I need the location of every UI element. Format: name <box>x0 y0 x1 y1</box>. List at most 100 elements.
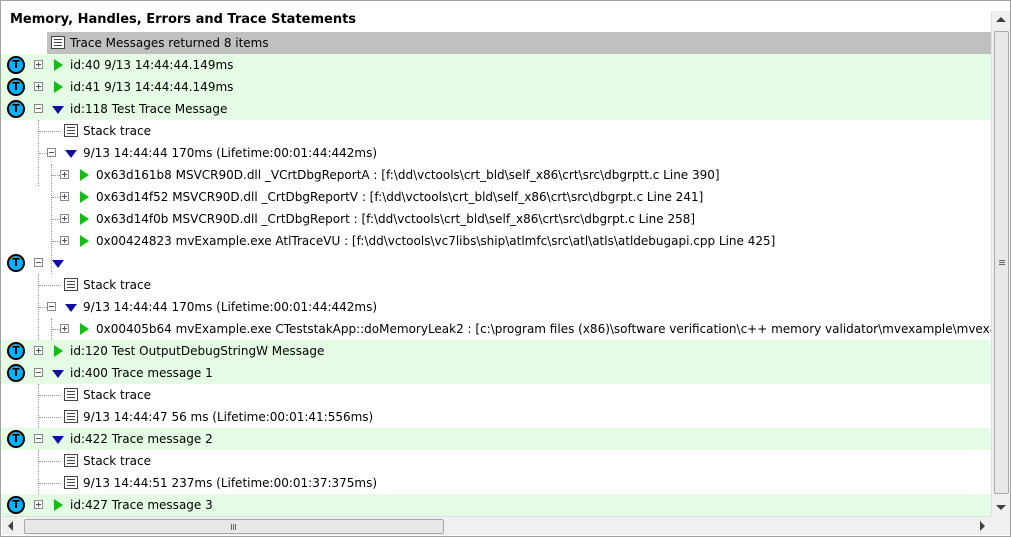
vertical-scrollbar[interactable] <box>991 11 1010 516</box>
trace-icon: T <box>7 364 25 382</box>
trace-icon: T <box>7 78 25 96</box>
collapse-icon[interactable] <box>34 368 43 377</box>
tree-row-stack[interactable]: Stack trace <box>1 450 991 472</box>
tree-connector <box>39 153 47 154</box>
grip-icon <box>999 260 1005 261</box>
row-label: Stack trace <box>83 388 152 402</box>
trace-tree[interactable]: Trace Messages returned 8 items T id:40 … <box>1 32 991 516</box>
tree-row-trace[interactable]: T id:41 9/13 14:44:44.149ms <box>1 76 991 98</box>
tree-row-frame[interactable]: 0x00424823 mvExample.exe AtlTraceVU : [f… <box>1 230 991 252</box>
row-label: Trace Messages returned 8 items <box>70 36 269 50</box>
trace-panel: Memory, Handles, Errors and Trace Statem… <box>0 0 1011 537</box>
timestamp-icon <box>64 410 78 423</box>
tree-row-stack[interactable]: Stack trace <box>1 120 991 142</box>
tree-row-stack[interactable]: Stack trace <box>1 274 991 296</box>
row-label: id:40 9/13 14:44:44.149ms <box>70 58 234 72</box>
expand-icon[interactable] <box>34 500 43 509</box>
stack-trace-icon <box>64 278 78 291</box>
tree-row-timestamp[interactable]: 9/13 14:44:47 56 ms (Lifetime:00:01:41:5… <box>1 406 991 428</box>
collapsed-arrow-icon[interactable] <box>80 213 89 225</box>
tree-row-timestamp[interactable]: 9/13 14:44:51 237ms (Lifetime:00:01:37:3… <box>1 472 991 494</box>
expanded-arrow-icon[interactable] <box>65 150 77 158</box>
tree-row-trace[interactable]: T id:422 Trace message 2 <box>1 428 991 450</box>
row-label: 9/13 14:44:51 237ms (Lifetime:00:01:37:3… <box>83 476 378 490</box>
trace-icon: T <box>7 342 25 360</box>
tree-row-timestamp[interactable]: 9/13 14:44:44 170ms (Lifetime:00:01:44:4… <box>1 142 991 164</box>
tree-row-timestamp[interactable]: 9/13 14:44:44 170ms (Lifetime:00:01:44:4… <box>1 296 991 318</box>
trace-icon: T <box>7 100 25 118</box>
stack-trace-icon <box>64 454 78 467</box>
expanded-arrow-icon[interactable] <box>65 304 77 312</box>
row-label: 9/13 14:44:44 170ms (Lifetime:00:01:44:4… <box>83 300 378 314</box>
row-label: Stack trace <box>83 278 152 292</box>
expand-icon[interactable] <box>60 170 69 179</box>
horizontal-scroll-thumb[interactable] <box>24 519 444 534</box>
panel-title: Memory, Handles, Errors and Trace Statem… <box>10 12 357 27</box>
collapse-icon[interactable] <box>47 302 56 311</box>
tree-row-trace[interactable]: T id:400 Trace message 1 <box>1 362 991 384</box>
collapse-icon[interactable] <box>34 104 43 113</box>
row-label: Stack trace <box>83 124 152 138</box>
expand-icon[interactable] <box>60 214 69 223</box>
scroll-down-icon[interactable] <box>996 505 1006 510</box>
row-label: 0x63d14f52 MSVCR90D.dll _CrtDbgReportV :… <box>96 190 704 204</box>
grip-icon <box>231 524 232 530</box>
scroll-up-icon[interactable] <box>996 17 1006 22</box>
scroll-left-icon[interactable] <box>8 521 13 531</box>
tree-row-frame[interactable]: 0x00405b64 mvExample.exe CTeststakApp::d… <box>1 318 991 340</box>
row-label: id:118 Test Trace Message <box>70 102 228 116</box>
tree-row-stack[interactable]: Stack trace <box>1 384 991 406</box>
expand-icon[interactable] <box>34 82 43 91</box>
row-label: 0x63d14f0b MSVCR90D.dll _CrtDbgReport : … <box>96 212 696 226</box>
horizontal-scrollbar[interactable] <box>2 516 991 535</box>
trace-icon: T <box>7 496 25 514</box>
tree-row-frame[interactable]: 0x63d14f52 MSVCR90D.dll _CrtDbgReportV :… <box>1 186 991 208</box>
collapse-icon[interactable] <box>34 434 43 443</box>
trace-icon: T <box>7 254 25 272</box>
tree-row-trace[interactable]: T id:120 Test OutputDebugStringW Message <box>1 340 991 362</box>
expanded-arrow-icon[interactable] <box>52 370 64 378</box>
row-label: id:41 9/13 14:44:44.149ms <box>70 80 234 94</box>
tree-row-frame[interactable]: 0x63d161b8 MSVCR90D.dll _VCrtDbgReportA … <box>1 164 991 186</box>
row-label: 0x00424823 mvExample.exe AtlTraceVU : [f… <box>96 234 776 248</box>
row-label: id:120 Test OutputDebugStringW Message <box>70 344 325 358</box>
collapse-icon[interactable] <box>47 148 56 157</box>
row-label: Stack trace <box>83 454 152 468</box>
collapsed-arrow-icon[interactable] <box>80 191 89 203</box>
collapse-icon[interactable] <box>34 258 43 267</box>
row-label: 9/13 14:44:47 56 ms (Lifetime:00:01:41:5… <box>83 410 374 424</box>
collapsed-arrow-icon[interactable] <box>80 169 89 181</box>
expand-icon[interactable] <box>60 324 69 333</box>
collapsed-arrow-icon[interactable] <box>80 235 89 247</box>
tree-row-trace-selected[interactable]: T id:119 Test OutputDebugStringA Message <box>1 252 991 274</box>
tree-row-trace[interactable]: T id:40 9/13 14:44:44.149ms <box>1 54 991 76</box>
collapsed-arrow-icon[interactable] <box>54 499 63 511</box>
tree-connector <box>39 307 47 308</box>
trace-icon: T <box>7 430 25 448</box>
tree-connector <box>39 395 61 396</box>
trace-icon: T <box>7 56 25 74</box>
collapsed-arrow-icon[interactable] <box>54 345 63 357</box>
expanded-arrow-icon[interactable] <box>52 260 64 268</box>
timestamp-icon <box>64 476 78 489</box>
tree-connector <box>39 417 61 418</box>
collapsed-arrow-icon[interactable] <box>80 323 89 335</box>
scroll-right-icon[interactable] <box>980 521 985 531</box>
expanded-arrow-icon[interactable] <box>52 106 64 114</box>
tree-row-frame[interactable]: 0x63d14f0b MSVCR90D.dll _CrtDbgReport : … <box>1 208 991 230</box>
expand-icon[interactable] <box>34 60 43 69</box>
tree-connector <box>52 197 60 198</box>
tree-row-trace[interactable]: T id:118 Test Trace Message <box>1 98 991 120</box>
row-label: 0x00405b64 mvExample.exe CTeststakApp::d… <box>96 322 991 336</box>
tree-row-trace[interactable]: T id:427 Trace message 3 <box>1 494 991 516</box>
row-label: id:427 Trace message 3 <box>70 498 213 512</box>
expand-icon[interactable] <box>60 236 69 245</box>
expand-icon[interactable] <box>34 346 43 355</box>
expand-icon[interactable] <box>60 192 69 201</box>
expanded-arrow-icon[interactable] <box>52 436 64 444</box>
vertical-scroll-thumb[interactable] <box>994 31 1009 494</box>
tree-row-header[interactable]: Trace Messages returned 8 items <box>1 32 991 54</box>
collapsed-arrow-icon[interactable] <box>54 59 63 71</box>
collapsed-arrow-icon[interactable] <box>54 81 63 93</box>
tree-connector <box>39 131 61 132</box>
